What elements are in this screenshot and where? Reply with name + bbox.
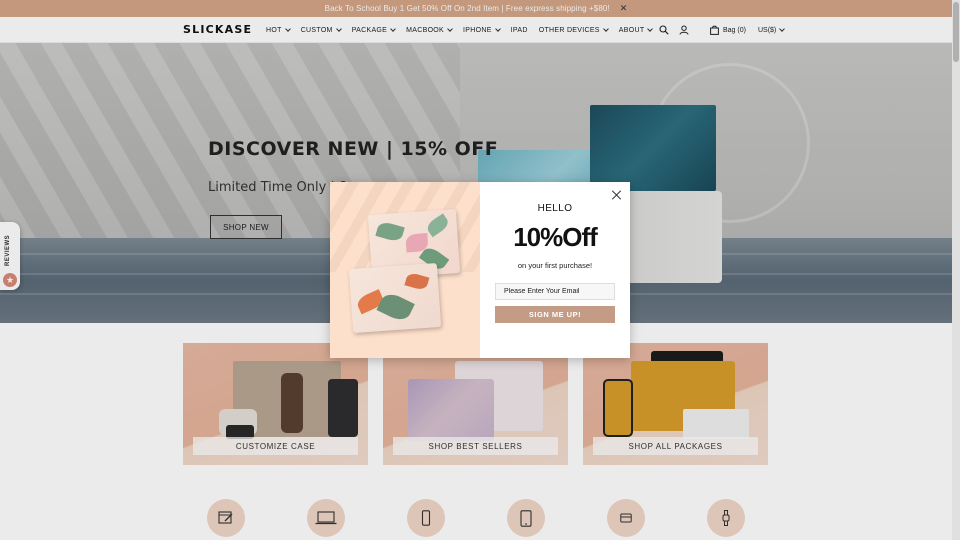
email-field[interactable] bbox=[495, 283, 615, 300]
scrollbar-thumb[interactable] bbox=[953, 2, 959, 62]
page-scrollbar[interactable] bbox=[952, 0, 960, 540]
popup-subtext: on your first purchase! bbox=[517, 261, 593, 270]
popup-offer: 10%Off bbox=[513, 222, 598, 252]
newsletter-popup: HELLO 10%Off on your first purchase! SIG… bbox=[330, 182, 630, 358]
floral-case-image bbox=[348, 263, 442, 333]
sign-up-button[interactable]: SIGN ME UP! bbox=[495, 306, 615, 323]
close-icon[interactable] bbox=[612, 190, 622, 200]
popup-image bbox=[330, 182, 480, 358]
popup-greeting: HELLO bbox=[537, 203, 573, 214]
